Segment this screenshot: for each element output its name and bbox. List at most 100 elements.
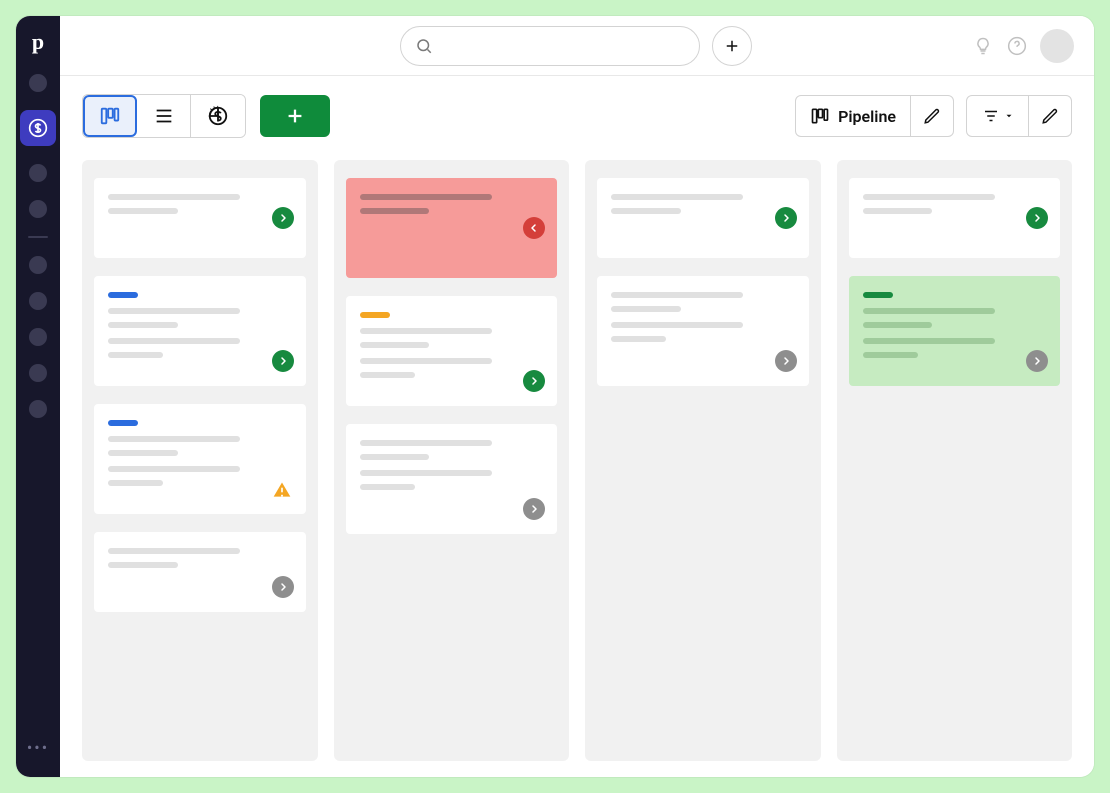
list-icon bbox=[153, 105, 175, 127]
deal-card[interactable] bbox=[597, 276, 809, 386]
card-meta bbox=[360, 372, 415, 378]
kanban-icon bbox=[99, 105, 121, 127]
nav-item-5[interactable] bbox=[29, 256, 47, 274]
filter-group bbox=[966, 95, 1072, 137]
lightbulb-icon bbox=[973, 36, 993, 56]
filter-button[interactable] bbox=[967, 96, 1029, 136]
nav-more[interactable]: ••• bbox=[27, 738, 49, 757]
chevron-right-icon bbox=[277, 212, 289, 224]
search-input-wrap[interactable] bbox=[400, 26, 700, 66]
view-forecast-button[interactable] bbox=[191, 95, 245, 137]
card-meta bbox=[108, 480, 163, 486]
card-title bbox=[611, 194, 743, 200]
help-icon bbox=[1007, 36, 1027, 56]
nav-item-3[interactable] bbox=[29, 164, 47, 182]
nav-divider bbox=[28, 236, 48, 238]
nav-item-4[interactable] bbox=[29, 200, 47, 218]
card-subtitle bbox=[108, 562, 178, 568]
pipeline-selector: Pipeline bbox=[795, 95, 954, 137]
kanban-column[interactable] bbox=[837, 160, 1073, 761]
main: Pipeline bbox=[60, 16, 1094, 777]
status-badge[interactable] bbox=[1026, 207, 1048, 229]
deal-card[interactable] bbox=[94, 532, 306, 612]
status-badge[interactable] bbox=[523, 498, 545, 520]
card-title bbox=[108, 308, 240, 314]
chevron-right-icon bbox=[528, 503, 540, 515]
kanban-column[interactable] bbox=[82, 160, 318, 761]
card-subtitle bbox=[108, 208, 178, 214]
brand-logo[interactable]: p bbox=[24, 28, 52, 56]
view-switcher bbox=[82, 94, 246, 138]
filter-icon bbox=[982, 107, 1000, 125]
avatar[interactable] bbox=[1040, 29, 1074, 63]
add-deal-button[interactable] bbox=[260, 95, 330, 137]
toolbar: Pipeline bbox=[60, 76, 1094, 144]
card-meta bbox=[863, 352, 918, 358]
deal-card[interactable] bbox=[94, 276, 306, 386]
pipeline-edit-button[interactable] bbox=[911, 96, 953, 136]
pencil-icon bbox=[923, 107, 941, 125]
status-badge[interactable] bbox=[523, 217, 545, 239]
filter-edit-button[interactable] bbox=[1029, 96, 1071, 136]
status-badge[interactable] bbox=[272, 350, 294, 372]
chevron-left-icon bbox=[528, 222, 540, 234]
status-badge[interactable] bbox=[523, 370, 545, 392]
card-subtitle bbox=[611, 306, 681, 312]
nav-item-7[interactable] bbox=[29, 328, 47, 346]
nav-item-6[interactable] bbox=[29, 292, 47, 310]
card-subtitle bbox=[360, 208, 430, 214]
pipeline-button[interactable]: Pipeline bbox=[796, 96, 911, 136]
card-subtitle bbox=[863, 322, 933, 328]
view-kanban-button[interactable] bbox=[83, 95, 137, 137]
kanban-column[interactable] bbox=[334, 160, 570, 761]
tag-indicator bbox=[108, 292, 138, 298]
plus-icon bbox=[723, 37, 741, 55]
deal-card[interactable] bbox=[849, 178, 1061, 258]
status-badge[interactable] bbox=[272, 576, 294, 598]
card-meta bbox=[360, 358, 492, 364]
view-list-button[interactable] bbox=[137, 95, 191, 137]
deal-card[interactable] bbox=[94, 404, 306, 514]
deal-card[interactable] bbox=[94, 178, 306, 258]
card-meta bbox=[360, 470, 492, 476]
nav-item-deals[interactable] bbox=[20, 110, 56, 146]
status-badge[interactable] bbox=[1026, 350, 1048, 372]
caret-down-icon bbox=[1004, 111, 1014, 121]
chevron-right-icon bbox=[277, 355, 289, 367]
deal-card[interactable] bbox=[597, 178, 809, 258]
status-badge[interactable] bbox=[775, 207, 797, 229]
app-frame: p ••• bbox=[16, 16, 1094, 777]
toolbar-right: Pipeline bbox=[795, 95, 1072, 137]
card-meta bbox=[108, 466, 240, 472]
card-meta bbox=[108, 338, 240, 344]
warning-badge bbox=[272, 480, 292, 500]
deal-card[interactable] bbox=[346, 178, 558, 278]
status-badge[interactable] bbox=[272, 207, 294, 229]
deal-card[interactable] bbox=[849, 276, 1061, 386]
deal-card[interactable] bbox=[346, 296, 558, 406]
nav-item-8[interactable] bbox=[29, 364, 47, 382]
topbar bbox=[60, 16, 1094, 76]
search-icon bbox=[415, 37, 433, 55]
tips-button[interactable] bbox=[972, 35, 994, 57]
card-meta bbox=[611, 336, 666, 342]
nav-item-9[interactable] bbox=[29, 400, 47, 418]
deal-card[interactable] bbox=[346, 424, 558, 534]
card-title bbox=[108, 548, 240, 554]
card-title bbox=[611, 292, 743, 298]
status-badge[interactable] bbox=[775, 350, 797, 372]
search-input[interactable] bbox=[433, 38, 685, 54]
card-subtitle bbox=[611, 208, 681, 214]
tag-indicator bbox=[863, 292, 893, 298]
chevron-right-icon bbox=[780, 212, 792, 224]
kanban-column[interactable] bbox=[585, 160, 821, 761]
chevron-right-icon bbox=[528, 375, 540, 387]
quick-add-button[interactable] bbox=[712, 26, 752, 66]
card-meta bbox=[863, 338, 995, 344]
nav-rail: p ••• bbox=[16, 16, 60, 777]
help-button[interactable] bbox=[1006, 35, 1028, 57]
forecast-icon bbox=[207, 105, 229, 127]
tag-indicator bbox=[108, 420, 138, 426]
nav-item-1[interactable] bbox=[29, 74, 47, 92]
plus-icon bbox=[284, 105, 306, 127]
